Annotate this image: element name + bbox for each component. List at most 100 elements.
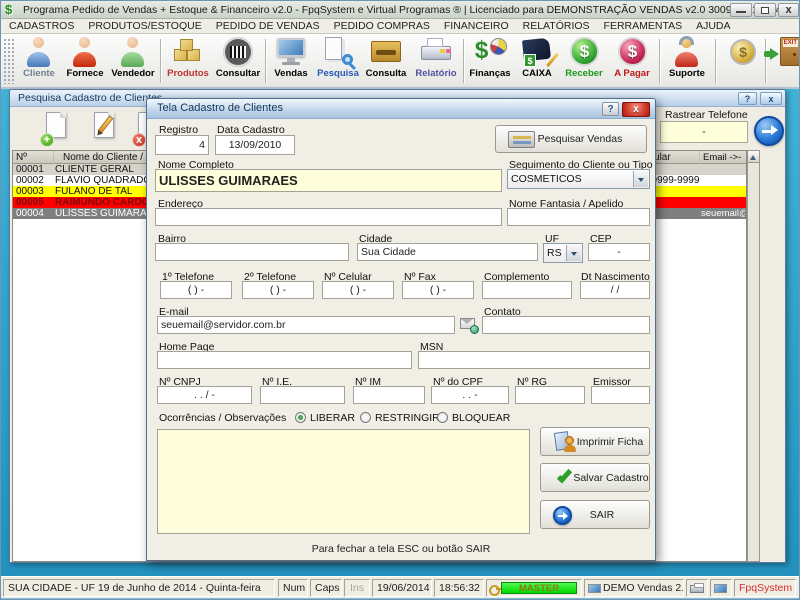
close-button[interactable]: x	[778, 3, 799, 17]
menu-relatorios[interactable]: RELATÓRIOS	[523, 20, 590, 32]
toolbar-cliente-button[interactable]: Cliente	[17, 36, 61, 87]
app-logo-icon: $	[5, 2, 12, 17]
toolbar-coin-button[interactable]: $	[723, 36, 763, 87]
finance-dollar-pie-icon: $	[473, 36, 507, 68]
edit-record-button[interactable]	[92, 112, 118, 144]
monitor-icon	[714, 584, 727, 593]
tel1-input[interactable]: ( ) -	[160, 281, 232, 299]
radio-restringir-label[interactable]: RESTRINGIR	[375, 412, 440, 424]
status-brand: FpqSystem	[734, 579, 796, 597]
toolbar-vendas-button[interactable]: Vendas	[269, 36, 313, 87]
toolbar-receber-button[interactable]: $ Receber	[561, 36, 607, 87]
toolbar-relatorio-button[interactable]: Relatório	[411, 36, 461, 87]
toolbar-caixa-button[interactable]: $ CAIXA	[515, 36, 559, 87]
emissor-input[interactable]	[591, 386, 650, 404]
cidade-input[interactable]: Sua Cidade	[357, 243, 538, 261]
toolbar-produtos-button[interactable]: Produtos	[165, 36, 211, 87]
status-demo: DEMO Vendas 2.0	[584, 579, 684, 597]
dt-nascimento-input[interactable]: / /	[580, 281, 650, 299]
new-record-button[interactable]: +	[44, 112, 70, 144]
window-titlebar: $ Programa Pedido de Vendas + Estoque & …	[1, 1, 800, 19]
rastrear-telefone-input[interactable]: -	[660, 121, 748, 143]
search-document-icon	[321, 36, 355, 68]
uf-select[interactable]: RS	[543, 243, 583, 263]
seguimento-select[interactable]: COSMETICOS	[507, 169, 650, 189]
complemento-input[interactable]	[482, 281, 572, 299]
registro-field[interactable]: 4	[155, 135, 209, 155]
contato-input[interactable]	[482, 316, 650, 334]
toolbar-vendedor-button[interactable]: Vendedor	[109, 36, 157, 87]
data-cadastro-field[interactable]: 13/09/2010	[215, 135, 295, 155]
dialog-help-button[interactable]: ?	[602, 102, 619, 116]
pesquisa-window-title: Pesquisa Cadastro de Clientes	[18, 92, 162, 104]
toolbar-financas-button[interactable]: $ Finanças	[467, 36, 513, 87]
tel2-input[interactable]: ( ) -	[242, 281, 314, 299]
pesquisar-vendas-button[interactable]: Pesquisar Vendas	[495, 125, 647, 153]
chevron-down-icon	[633, 171, 648, 187]
toolbar-suporte-button[interactable]: Suporte	[663, 36, 711, 87]
nome-fantasia-input[interactable]	[507, 208, 650, 226]
send-email-button[interactable]	[459, 316, 479, 334]
menu-pedido-vendas[interactable]: PEDIDO DE VENDAS	[216, 20, 320, 32]
toolbar-separator	[463, 39, 464, 83]
status-ins: Ins	[344, 579, 370, 597]
menu-produtos-estoque[interactable]: PRODUTOS/ESTOQUE	[88, 20, 201, 32]
cnpj-input[interactable]: . . / -	[157, 386, 252, 404]
toolbar-fornece-button[interactable]: Fornece	[63, 36, 107, 87]
nome-completo-input[interactable]: ULISSES GUIMARAES	[155, 169, 502, 192]
rg-input[interactable]	[515, 386, 585, 404]
arrow-right-icon	[762, 130, 772, 133]
dialog-close-button[interactable]: x	[622, 102, 650, 117]
endereco-input[interactable]	[155, 208, 502, 226]
menu-pedido-compras[interactable]: PEDIDO COMPRAS	[334, 20, 430, 32]
pesquisa-close-button[interactable]: x	[760, 92, 782, 105]
toolbar-consulta-button[interactable]: Consulta	[363, 36, 409, 87]
menu-ferramentas[interactable]: FERRAMENTAS	[604, 20, 683, 32]
ie-input[interactable]	[260, 386, 345, 404]
status-num: Num	[278, 579, 308, 597]
menu-cadastros[interactable]: CADASTROS	[9, 20, 74, 32]
rastrear-go-button[interactable]	[754, 116, 784, 146]
radio-liberar[interactable]	[295, 412, 306, 423]
im-input[interactable]	[353, 386, 425, 404]
fax-input[interactable]: ( ) -	[402, 281, 474, 299]
imprimir-ficha-button[interactable]: Imprimir Ficha	[540, 427, 650, 456]
pesquisa-help-button[interactable]: ?	[738, 92, 757, 105]
scroll-up-button[interactable]	[748, 151, 759, 163]
cell-num: 00005	[16, 197, 52, 208]
toolbar-grip	[3, 38, 15, 84]
radio-bloquear-label[interactable]: BLOQUEAR	[452, 412, 510, 424]
toolbar-apagar-label: A Pagar	[609, 68, 655, 79]
restore-button[interactable]	[754, 3, 776, 17]
app-window: $ Programa Pedido de Vendas + Estoque & …	[0, 0, 800, 600]
radio-restringir[interactable]	[360, 412, 371, 423]
menu-ajuda[interactable]: AJUDA	[696, 20, 730, 32]
email-input[interactable]: seuemail@servidor.com.br	[157, 316, 455, 334]
dialog-title: Tela Cadastro de Clientes	[157, 102, 283, 114]
observacoes-textarea[interactable]	[157, 429, 530, 534]
toolbar-exit-button[interactable]: EXIT	[769, 36, 800, 87]
toolbar-pesquisa-button[interactable]: Pesquisa	[315, 36, 361, 87]
globe-icon	[470, 325, 479, 334]
home-page-input[interactable]	[157, 351, 412, 369]
grid-header-num: Nº	[16, 152, 52, 163]
barcode-icon	[221, 36, 255, 68]
dialog-titlebar[interactable]: Tela Cadastro de Clientes ? x	[147, 99, 655, 119]
minimize-button[interactable]	[730, 3, 752, 17]
radio-liberar-label[interactable]: LIBERAR	[310, 412, 355, 424]
toolbar-apagar-button[interactable]: $ A Pagar	[609, 36, 655, 87]
celular-input[interactable]: ( ) -	[322, 281, 394, 299]
cep-input[interactable]: -	[588, 243, 650, 261]
menu-financeiro[interactable]: FINANCEIRO	[444, 20, 509, 32]
grid-vertical-scrollbar[interactable]	[747, 150, 760, 562]
restore-icon	[761, 7, 769, 14]
bairro-input[interactable]	[155, 243, 349, 261]
msn-input[interactable]	[418, 351, 650, 369]
salesperson-icon	[116, 36, 150, 68]
salvar-cadastro-button[interactable]: Salvar Cadastro	[540, 463, 650, 492]
cpf-input[interactable]: . . -	[431, 386, 509, 404]
sair-button[interactable]: SAIR	[540, 500, 650, 529]
radio-bloquear[interactable]	[437, 412, 448, 423]
toolbar-consultar-button[interactable]: Consultar	[213, 36, 263, 87]
toolbar-separator	[265, 39, 266, 83]
